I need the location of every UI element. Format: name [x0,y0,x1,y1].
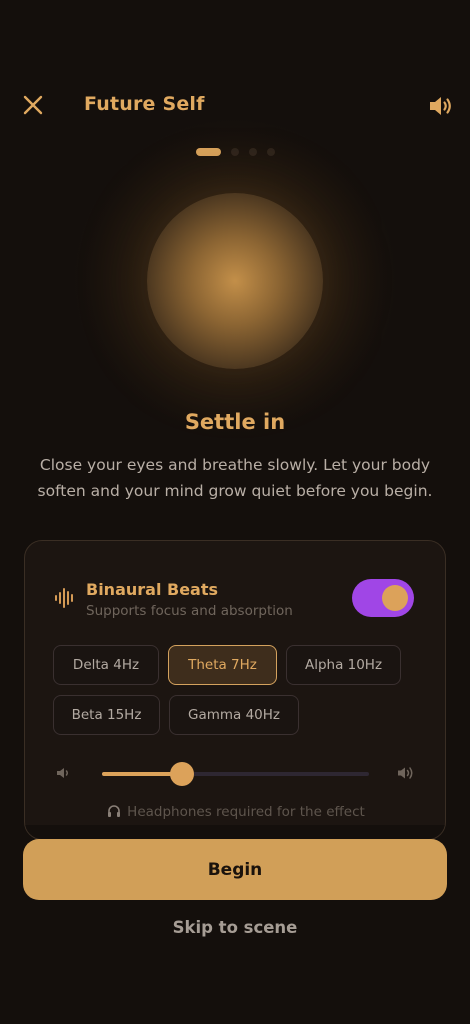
headphones-note: Headphones required for the effect [25,804,445,820]
soundwave-icon [55,588,73,608]
binaural-subtitle: Supports focus and absorption [86,603,293,619]
section-heading: Settle in [184,410,286,434]
headphones-note-text: Headphones required for the effect [127,804,365,820]
volume-low-icon [57,768,68,778]
frequency-chip-beta[interactable]: Beta 15Hz [53,695,160,735]
sound-toggle-button[interactable] [426,92,454,120]
close-icon [23,95,43,115]
frequency-chip-gamma[interactable]: Gamma 40Hz [169,695,299,735]
binaural-toggle[interactable] [352,579,414,617]
volume-slider[interactable] [102,762,369,786]
headphones-icon [108,805,121,817]
frequency-chip-theta[interactable]: Theta 7Hz [168,645,277,685]
breathing-orb [147,193,323,369]
volume-slider-thumb[interactable] [170,762,195,786]
frequency-chip-delta[interactable]: Delta 4Hz [53,645,159,685]
skip-to-scene-link[interactable]: Skip to scene [0,918,470,937]
speaker-on-icon [430,97,451,115]
toggle-knob [382,585,408,611]
page-title: Future Self [84,93,205,115]
card-scroll-fade [25,825,445,839]
volume-high-icon [398,767,413,779]
frequency-chip-alpha[interactable]: Alpha 10Hz [286,645,401,685]
binaural-beats-card: Binaural Beats Supports focus and absorp… [24,540,446,840]
binaural-title: Binaural Beats [86,580,219,599]
section-description: Close your eyes and breathe slowly. Let … [37,456,433,500]
begin-button[interactable]: Begin [23,839,447,900]
close-button[interactable] [22,94,44,116]
